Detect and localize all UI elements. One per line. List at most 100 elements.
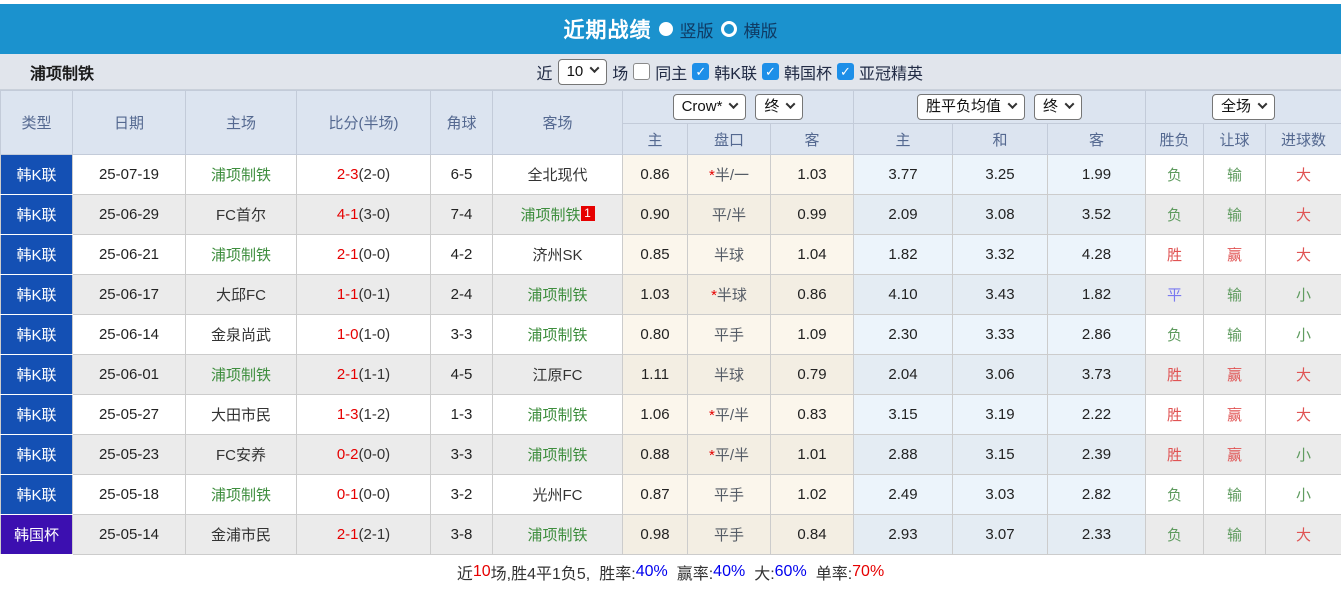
score-fulltime: 0-2 xyxy=(336,446,359,463)
home-team-cell[interactable]: 浦项制铁 xyxy=(185,474,297,515)
away-team-cell[interactable]: 浦项制铁 xyxy=(492,274,623,315)
summary-profitrate-label: 赢率: xyxy=(676,566,714,583)
vertical-layout-label[interactable]: 竖版 xyxy=(680,17,714,42)
away-team-cell[interactable]: 光州FC xyxy=(492,474,623,515)
match-type-cell: 韩K联 xyxy=(0,394,73,435)
away-team-cell[interactable]: 浦项制铁 xyxy=(492,394,623,435)
result-wdl-cell: 胜 xyxy=(1145,234,1204,275)
near-label: 近 xyxy=(536,65,553,83)
odds-away-value: 1.04 xyxy=(770,234,854,275)
handicap-result-value: 输 xyxy=(1226,207,1242,224)
home-team-cell[interactable]: 浦项制铁 xyxy=(185,234,297,275)
league-kleague-checkbox[interactable]: ✓ xyxy=(692,63,710,80)
odds-source-value: Crow* xyxy=(681,98,723,115)
scope-select-cell: 全场 xyxy=(1144,90,1341,124)
away-team-cell[interactable]: 全北现代 xyxy=(492,154,623,195)
handicap-result-value: 输 xyxy=(1226,287,1242,304)
odds-source-select[interactable]: Crow* xyxy=(672,94,747,120)
result-goals-cell: 大 xyxy=(1264,394,1341,435)
avg-time-select[interactable]: 终 xyxy=(1034,94,1083,120)
avg-away-value: 1.82 xyxy=(1047,274,1146,315)
away-team-cell[interactable]: 济州SK xyxy=(492,234,623,275)
scope-value: 全场 xyxy=(1221,98,1252,115)
match-date: 25-06-21 xyxy=(72,234,186,275)
handicap-result-value: 输 xyxy=(1226,327,1242,344)
summary-record: 场,胜4平1负5, xyxy=(490,566,591,583)
wdl-value: 负 xyxy=(1166,207,1182,224)
league-aclelite-label[interactable]: 亚冠精英 xyxy=(859,60,923,84)
goals-result-value: 大 xyxy=(1296,207,1312,224)
home-team-cell[interactable]: 大邱FC xyxy=(185,274,297,315)
avg-source-value: 胜平负均值 xyxy=(925,98,1001,115)
away-team: 浦项制铁 xyxy=(520,207,581,224)
corner-count: 2-4 xyxy=(430,274,493,315)
score-halftime: (1-2) xyxy=(358,406,391,423)
avg-away-value: 1.99 xyxy=(1047,154,1146,195)
result-wdl-cell: 胜 xyxy=(1145,434,1204,475)
odds-handicap-value: *半球 xyxy=(687,274,771,315)
away-team-cell[interactable]: 浦项制铁 xyxy=(492,314,623,355)
league-aclelite-checkbox[interactable]: ✓ xyxy=(836,63,854,80)
avg-source-select[interactable]: 胜平负均值 xyxy=(916,94,1025,120)
odds-time-select[interactable]: 终 xyxy=(755,94,804,120)
home-team-cell[interactable]: 浦项制铁 xyxy=(185,154,297,195)
results-tbody: 韩K联 25-07-19 浦项制铁 2-3(2-0) 6-5 全北现代 0.86… xyxy=(0,154,1341,555)
home-team-cell[interactable]: 浦项制铁 xyxy=(185,354,297,395)
score-cell: 2-3(2-0) xyxy=(296,154,431,195)
odds-away-value: 0.79 xyxy=(770,354,854,395)
col-odds-handicap: 盘口 xyxy=(687,123,771,155)
home-team-cell[interactable]: 金泉尚武 xyxy=(185,314,297,355)
chevron-down-icon xyxy=(1257,98,1268,109)
avg-draw-value: 3.15 xyxy=(952,434,1048,475)
away-team: 全北现代 xyxy=(527,167,588,184)
corner-count: 3-2 xyxy=(430,474,493,515)
result-wdl-cell: 平 xyxy=(1145,274,1204,315)
result-goals-cell: 小 xyxy=(1264,314,1341,355)
goals-result-value: 大 xyxy=(1296,367,1312,384)
away-team: 江原FC xyxy=(532,367,583,384)
avg-home-value: 3.15 xyxy=(853,394,953,435)
col-avg-draw: 和 xyxy=(952,123,1048,155)
odds-home-value: 0.86 xyxy=(622,154,688,195)
home-team-cell[interactable]: FC首尔 xyxy=(185,194,297,235)
odds-away-value: 1.01 xyxy=(770,434,854,475)
away-team-cell[interactable]: 浦项制铁 xyxy=(492,514,623,555)
home-team-cell[interactable]: 大田市民 xyxy=(185,394,297,435)
league-kleague-label[interactable]: 韩K联 xyxy=(714,60,757,84)
avg-select-cell: 胜平负均值 终 xyxy=(853,90,1146,124)
chevron-down-icon xyxy=(728,98,739,109)
handicap-text: 半球 xyxy=(713,367,744,384)
filter-controls: 近 10 场 同主 ✓ 韩K联 ✓ 韩国杯 ✓ 亚冠精英 xyxy=(536,58,923,85)
odds-away-value: 1.02 xyxy=(770,474,854,515)
table-row: 韩国杯 25-05-14 金浦市民 2-1(2-1) 3-8 浦项制铁 0.98… xyxy=(0,514,1341,555)
chevron-down-icon xyxy=(1007,98,1018,109)
home-team-cell[interactable]: FC安养 xyxy=(185,434,297,475)
away-team-cell[interactable]: 浦项制铁 1 xyxy=(492,194,623,235)
match-count-select[interactable]: 10 xyxy=(557,58,608,85)
result-goals-cell: 大 xyxy=(1264,514,1341,555)
horizontal-layout-label[interactable]: 横版 xyxy=(744,17,778,42)
page-title: 近期战绩 xyxy=(563,19,652,42)
summary-near-label: 近 xyxy=(456,566,473,583)
league-koreacup-checkbox[interactable]: ✓ xyxy=(761,63,779,80)
avg-away-value: 3.73 xyxy=(1047,354,1146,395)
league-koreacup-label[interactable]: 韩国杯 xyxy=(784,60,832,84)
away-team-cell[interactable]: 江原FC xyxy=(492,354,623,395)
score-cell: 0-2(0-0) xyxy=(296,434,431,475)
summary-bar: 近 10 场,胜4平1负5, 胜率: 40% 赢率: 40% 大: 60% 单率… xyxy=(0,555,1341,589)
handicap-result-value: 输 xyxy=(1226,527,1242,544)
summary-singlerate-label: 单率: xyxy=(815,566,853,583)
horizontal-layout-radio[interactable] xyxy=(720,21,737,37)
odds-handicap-value: 平手 xyxy=(687,474,771,515)
scope-select[interactable]: 全场 xyxy=(1212,94,1276,120)
vertical-layout-radio[interactable] xyxy=(658,22,673,36)
avg-draw-value: 3.32 xyxy=(952,234,1048,275)
same-home-checkbox[interactable] xyxy=(633,63,651,80)
score-fulltime: 1-0 xyxy=(336,326,359,343)
away-team-cell[interactable]: 浦项制铁 xyxy=(492,434,623,475)
odds-away-value: 0.99 xyxy=(770,194,854,235)
home-team-cell[interactable]: 金浦市民 xyxy=(185,514,297,555)
odds-home-value: 0.87 xyxy=(622,474,688,515)
corner-count: 3-3 xyxy=(430,314,493,355)
odds-handicap-value: *平/半 xyxy=(687,394,771,435)
